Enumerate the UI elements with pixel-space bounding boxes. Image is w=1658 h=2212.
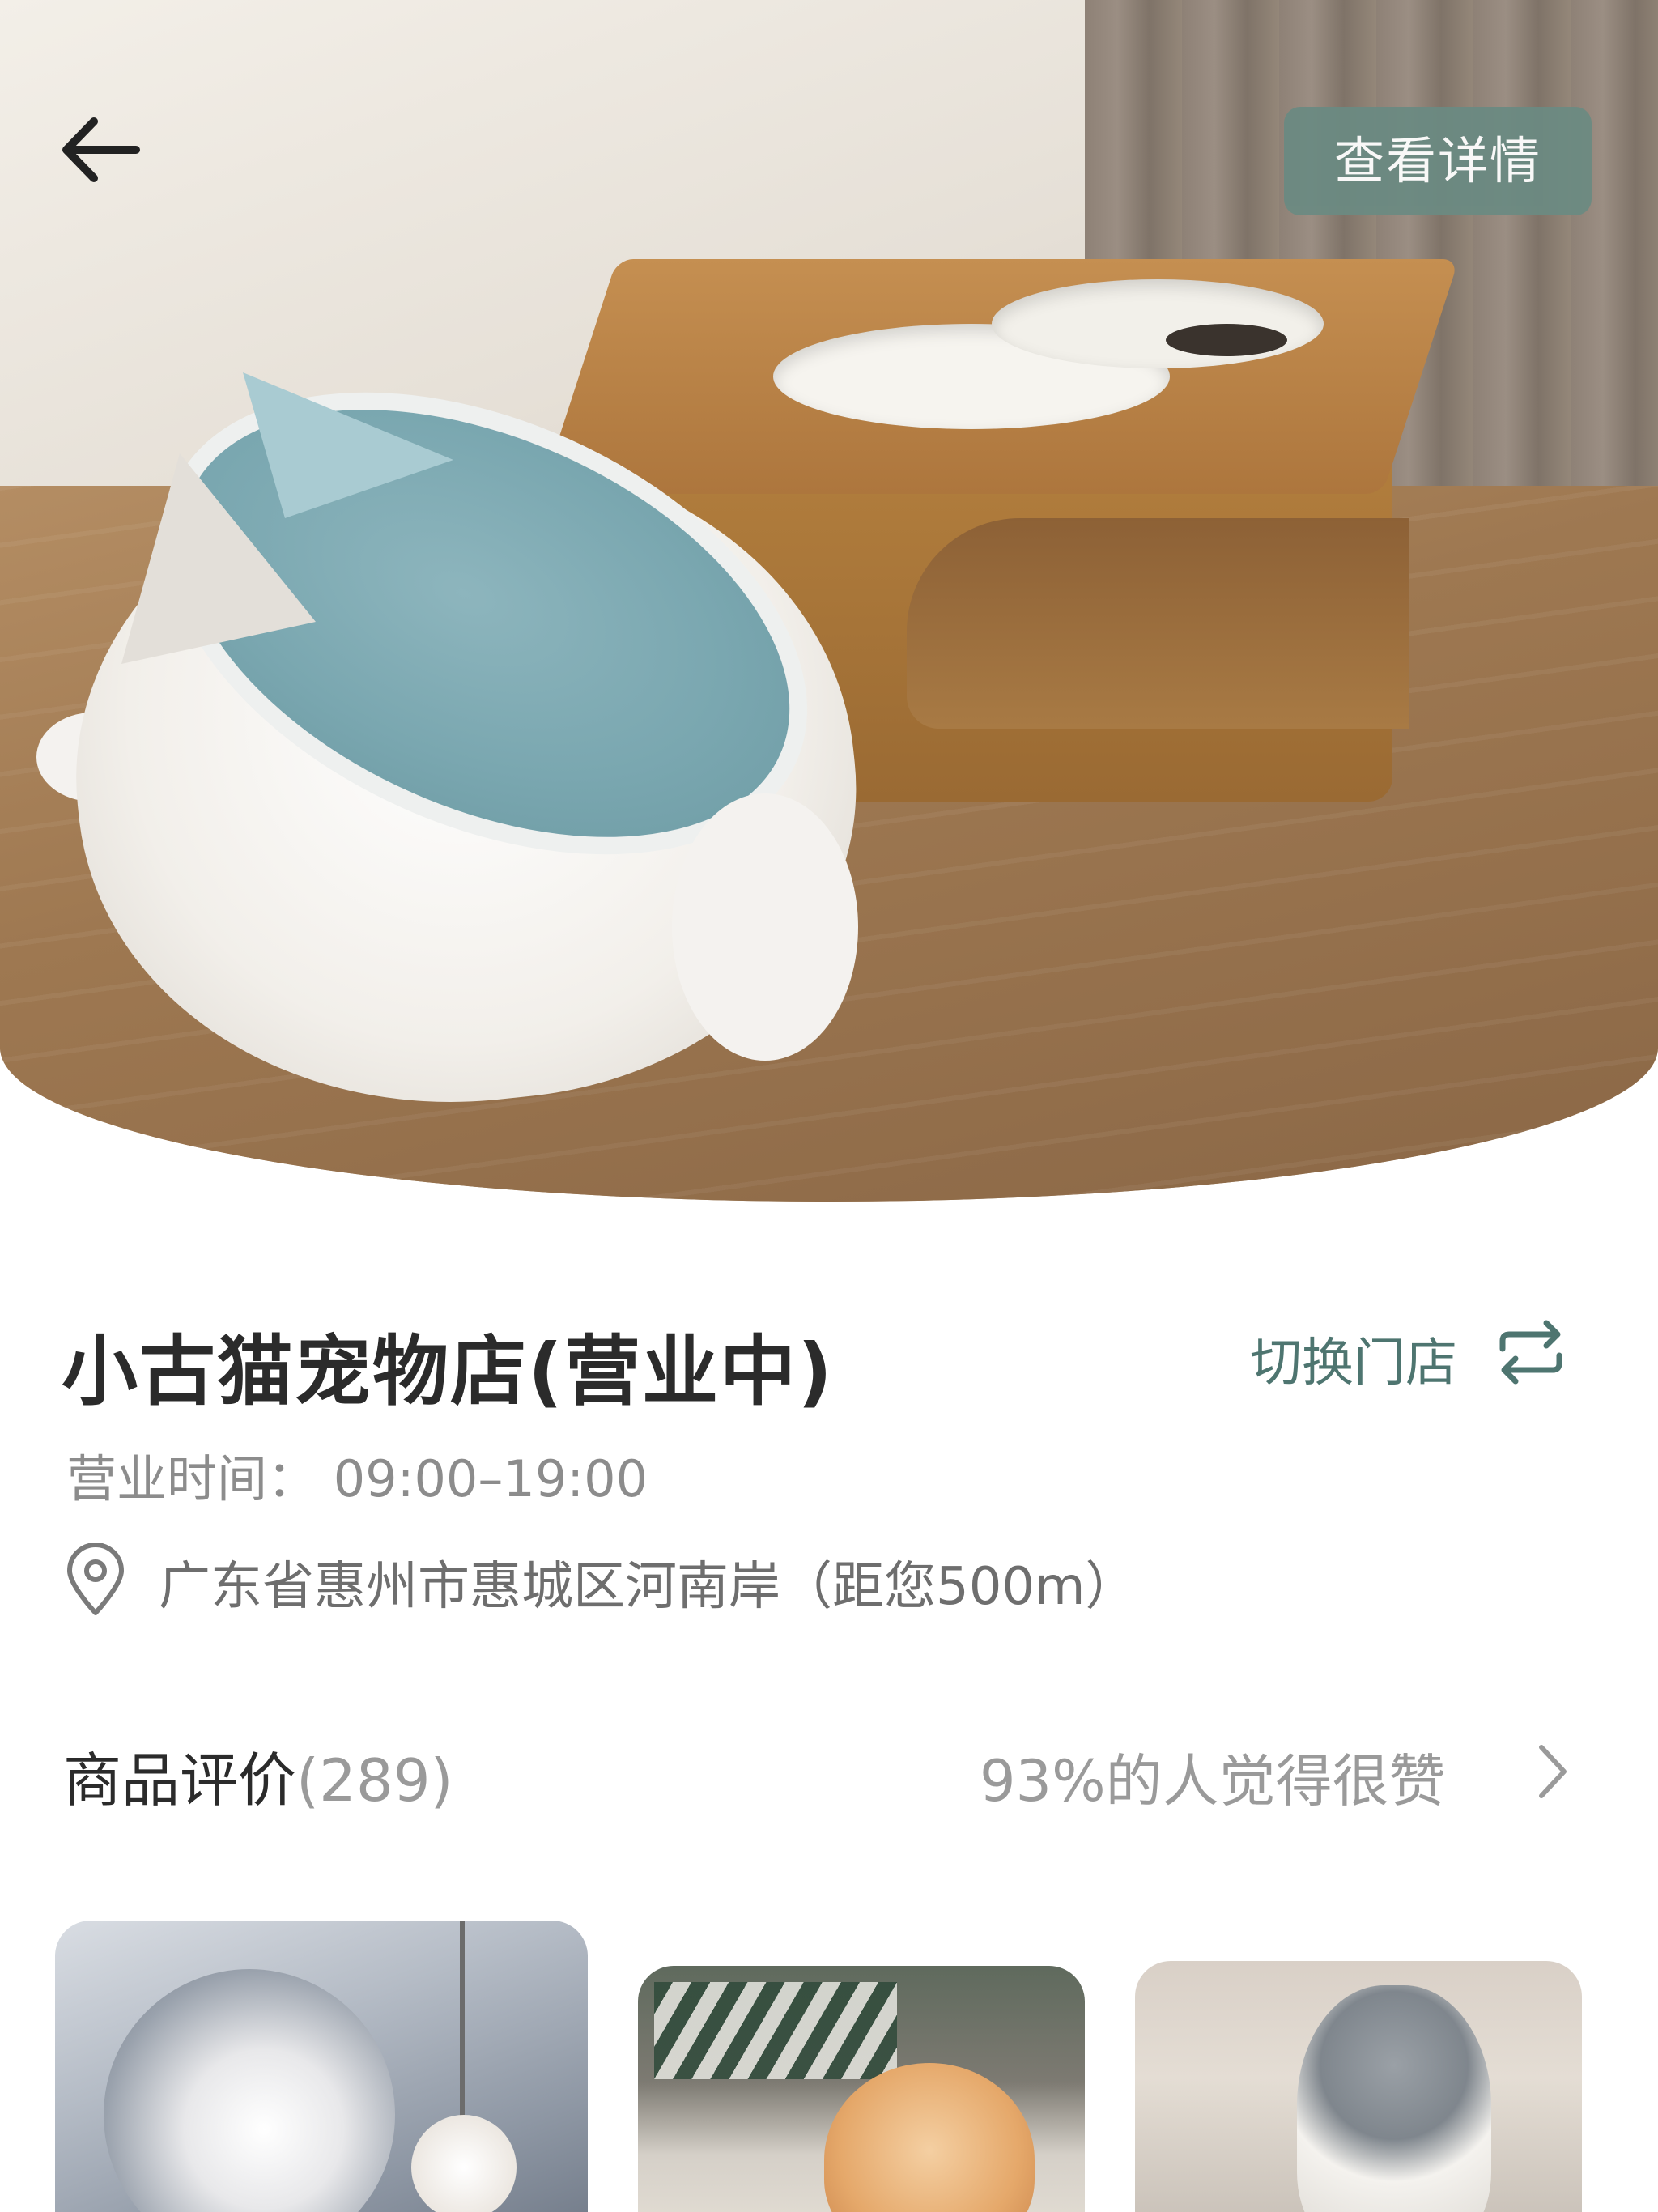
swap-icon[interactable]	[1494, 1320, 1567, 1385]
reviews-rating-link[interactable]: 93%的人觉得很赞	[980, 1736, 1446, 1818]
review-photo[interactable]	[1135, 1961, 1582, 2212]
review-photo[interactable]	[638, 1966, 1085, 2212]
plant-leaves	[654, 1982, 897, 2079]
reviews-count: (289)	[296, 1746, 453, 1814]
chevron-right-icon[interactable]	[1532, 1739, 1572, 1804]
reviews-title-label: 商品评价	[63, 1746, 297, 1814]
cat-food	[1166, 324, 1287, 356]
bowl-stand-shelf	[907, 518, 1409, 729]
back-button[interactable]	[58, 113, 142, 186]
store-address: 广东省惠州市惠城区河南岸（距您500m）	[159, 1557, 1137, 1617]
reviews-title: 商品评价(289)	[63, 1733, 453, 1818]
map-pin-icon	[63, 1542, 128, 1618]
gray-white-cat-photo	[1297, 1985, 1491, 2212]
switch-store-link[interactable]: 切换门店	[1250, 1321, 1457, 1396]
store-name: 小古猫宠物店(营业中)	[62, 1328, 834, 1416]
review-photo[interactable]	[55, 1921, 588, 2212]
orange-cat-photo	[824, 2063, 1035, 2212]
ragdoll-cat-photo	[104, 1969, 395, 2212]
view-details-button[interactable]: 查看详情	[1284, 107, 1592, 215]
toy-string	[460, 1921, 465, 2123]
stand-dish	[992, 279, 1324, 368]
pompom-toy	[411, 2115, 517, 2212]
ceramic-paw	[672, 793, 858, 1061]
business-hours: 营业时间： 09:00–19:00	[66, 1449, 648, 1508]
arrow-left-icon	[62, 117, 140, 182]
